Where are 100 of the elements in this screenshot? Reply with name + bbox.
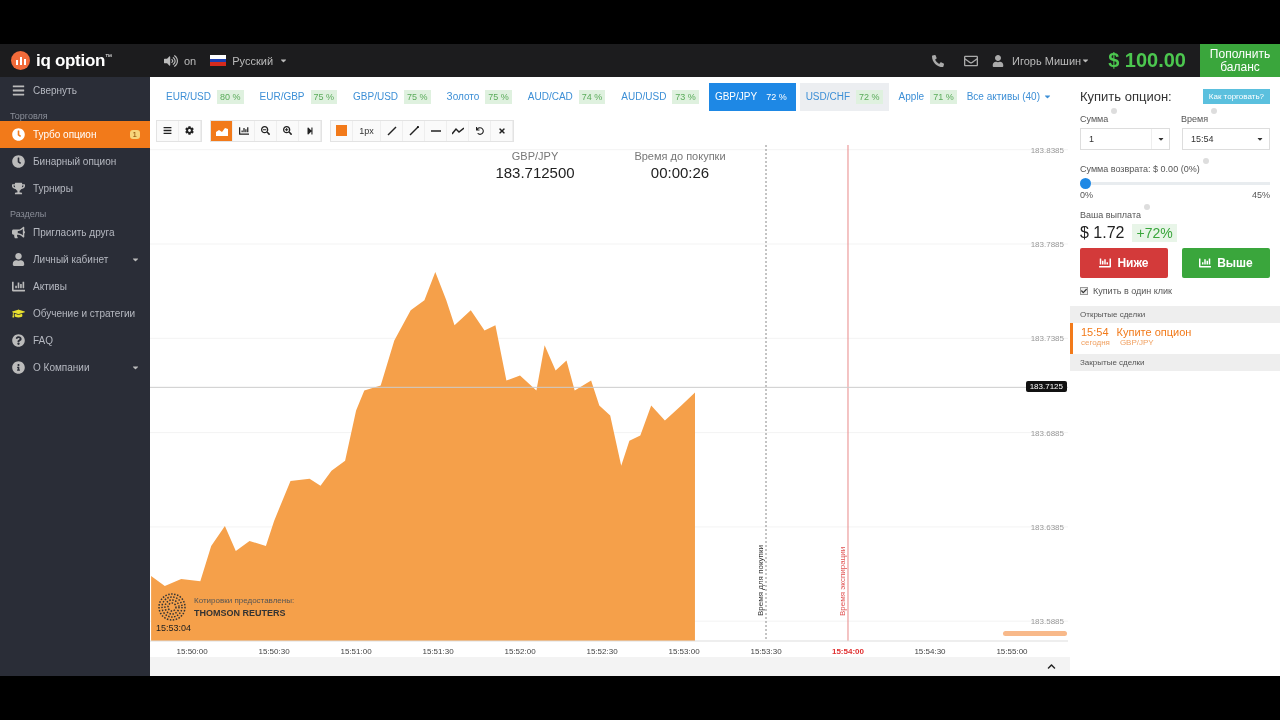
payout-percent: 72 % [856,89,883,104]
mail-icon[interactable] [964,53,979,68]
sidebar-item[interactable]: Активы [0,273,150,300]
one-click-label: Купить в один клик [1093,286,1173,296]
x-tick-label: 15:53:00 [668,646,700,656]
sidebar-item[interactable]: Свернуть [0,77,150,104]
count-badge: 1 [129,130,140,139]
asset-tab[interactable]: AUD/USD 73 % [615,82,705,111]
y-tick-label: 183.5885 [1030,617,1064,627]
x-tick-label: 15:50:00 [176,646,208,656]
sidebar-item[interactable]: Личный кабинет [0,246,150,273]
x-tick-label: 15:52:30 [586,646,618,656]
caret-icon [1156,135,1165,143]
payout-percent: 80 % [217,89,244,104]
asset-tab[interactable]: Золото 75 % [440,82,518,111]
speaker-icon[interactable] [164,53,178,68]
y-tick-label: 183.7385 [1030,334,1064,344]
slider-thumb[interactable] [1080,178,1091,189]
sidebar-item[interactable]: О Компании [0,354,150,381]
expiration-label: Время экспирации [838,546,847,616]
x-tick-label: 15:51:00 [340,646,372,656]
x-tick-label: 15:51:30 [422,646,454,656]
phone-icon[interactable] [932,54,945,67]
sidebar-item[interactable]: Турниры [0,175,150,202]
y-tick-label: 183.6385 [1030,522,1064,532]
time-label: Время [1181,114,1209,124]
sidebar-label: Пригласить друга [33,227,116,238]
user-menu[interactable]: Игорь Мишин [1012,54,1082,67]
sidebar-label: Свернуть [33,85,78,96]
asset-tab[interactable]: EUR/USD 80 % [160,82,250,111]
line-width-button[interactable]: 1px [353,120,381,141]
payout-percent: 75 % [485,89,512,104]
user-icon [992,54,1005,67]
balance: $ 100.00 [1108,49,1186,72]
sidebar-label: Турниры [33,183,74,194]
panel-title: Купить опцион: [1080,89,1172,104]
asset-name: GBP/JPY [510,149,560,162]
payout-percent: 71 % [930,89,957,104]
asset-tab[interactable]: AUD/CAD 74 % [521,82,612,111]
section-header: Открытые сделки [1070,306,1280,323]
asset-tab[interactable]: Apple 71 % [892,82,963,111]
x-tick-label: 15:54:00 [832,646,864,656]
deposit-button[interactable]: Пополнить баланс [1200,44,1280,77]
slider-max: 45% [1252,190,1270,200]
current-price-tag: 183.7125 [1025,381,1067,393]
sidebar-item[interactable]: Турбо опцион 1 [0,121,150,148]
sidebar-item[interactable]: FAQ [0,327,150,354]
slider-min: 0% [1080,190,1093,200]
scroll-indicator [1003,630,1067,636]
payout-amount: $ 1.72 [1080,224,1125,241]
payout-label: Ваша выплата [1080,210,1141,220]
sidebar-label: FAQ [33,335,54,346]
logo: iq option$^{™}$ [36,50,112,71]
asset-tab[interactable]: GBP/USD 75 % [347,82,437,111]
countdown-label: Время до покупки [633,149,727,162]
x-tick-label: 15:53:30 [750,646,782,656]
sidebar-label: Личный кабинет [33,254,110,265]
checkbox[interactable] [1080,287,1088,295]
sidebar-label: Турбо опцион [33,129,98,140]
amount-field[interactable]: 1 [1080,128,1170,150]
amount-label: Сумма [1080,114,1109,124]
falling-bars-icon [1099,257,1112,269]
payout-percent: 73 % [672,89,699,104]
sidebar-item[interactable]: Бинарный опцион [0,148,150,175]
x-tick-label: 15:52:00 [504,646,536,656]
sidebar-label: Активы [33,281,68,292]
language-select[interactable]: Русский [232,54,274,67]
y-tick-label: 183.8385 [1030,145,1064,155]
time-select[interactable]: 15:54 [1182,128,1270,150]
x-tick-label: 15:50:30 [258,646,290,656]
asset-tab[interactable]: USD/CHF 72 % [799,82,889,111]
sidebar-section: Разделы [0,202,150,219]
payout-percent: 72 % [765,90,788,104]
x-tick-label: 15:54:30 [914,646,946,656]
provider-logo-icon [158,592,186,621]
rising-bars-icon [1199,257,1212,269]
countdown: 00:00:26 [649,163,711,181]
payout-percent: 75 % [310,89,338,104]
lower-button[interactable]: Ниже [1080,248,1168,278]
caret-icon [1256,135,1264,143]
provider-name: THOMSON REUTERS [194,607,287,618]
section-header: Закрытые сделки [1070,354,1280,371]
flag-icon [210,55,227,66]
provider-label: Котировки предоставлены: [194,595,295,605]
higher-button[interactable]: Выше [1182,248,1270,278]
sidebar-item[interactable]: Пригласить друга [0,219,150,246]
asset-tab[interactable]: EUR/GBP 75 % [253,82,344,111]
sidebar-item[interactable]: Обучение и стратегии [0,300,150,327]
y-tick-label: 183.6885 [1030,428,1064,438]
y-tick-label: 183.7885 [1030,239,1064,249]
caret-icon [1081,56,1091,65]
logo-icon [11,51,30,70]
all-assets-link[interactable]: Все активы (40) [966,91,1052,103]
caret-icon [279,56,289,65]
chevron-up-icon[interactable] [1047,662,1056,671]
sidebar-label: Обучение и стратегии [33,308,137,319]
x-tick-label: 15:55:00 [996,646,1028,656]
asset-tab[interactable]: GBP/JPY 72 % [708,82,796,111]
payout-percent: 75 % [404,89,431,104]
sound-status: on [184,54,197,67]
